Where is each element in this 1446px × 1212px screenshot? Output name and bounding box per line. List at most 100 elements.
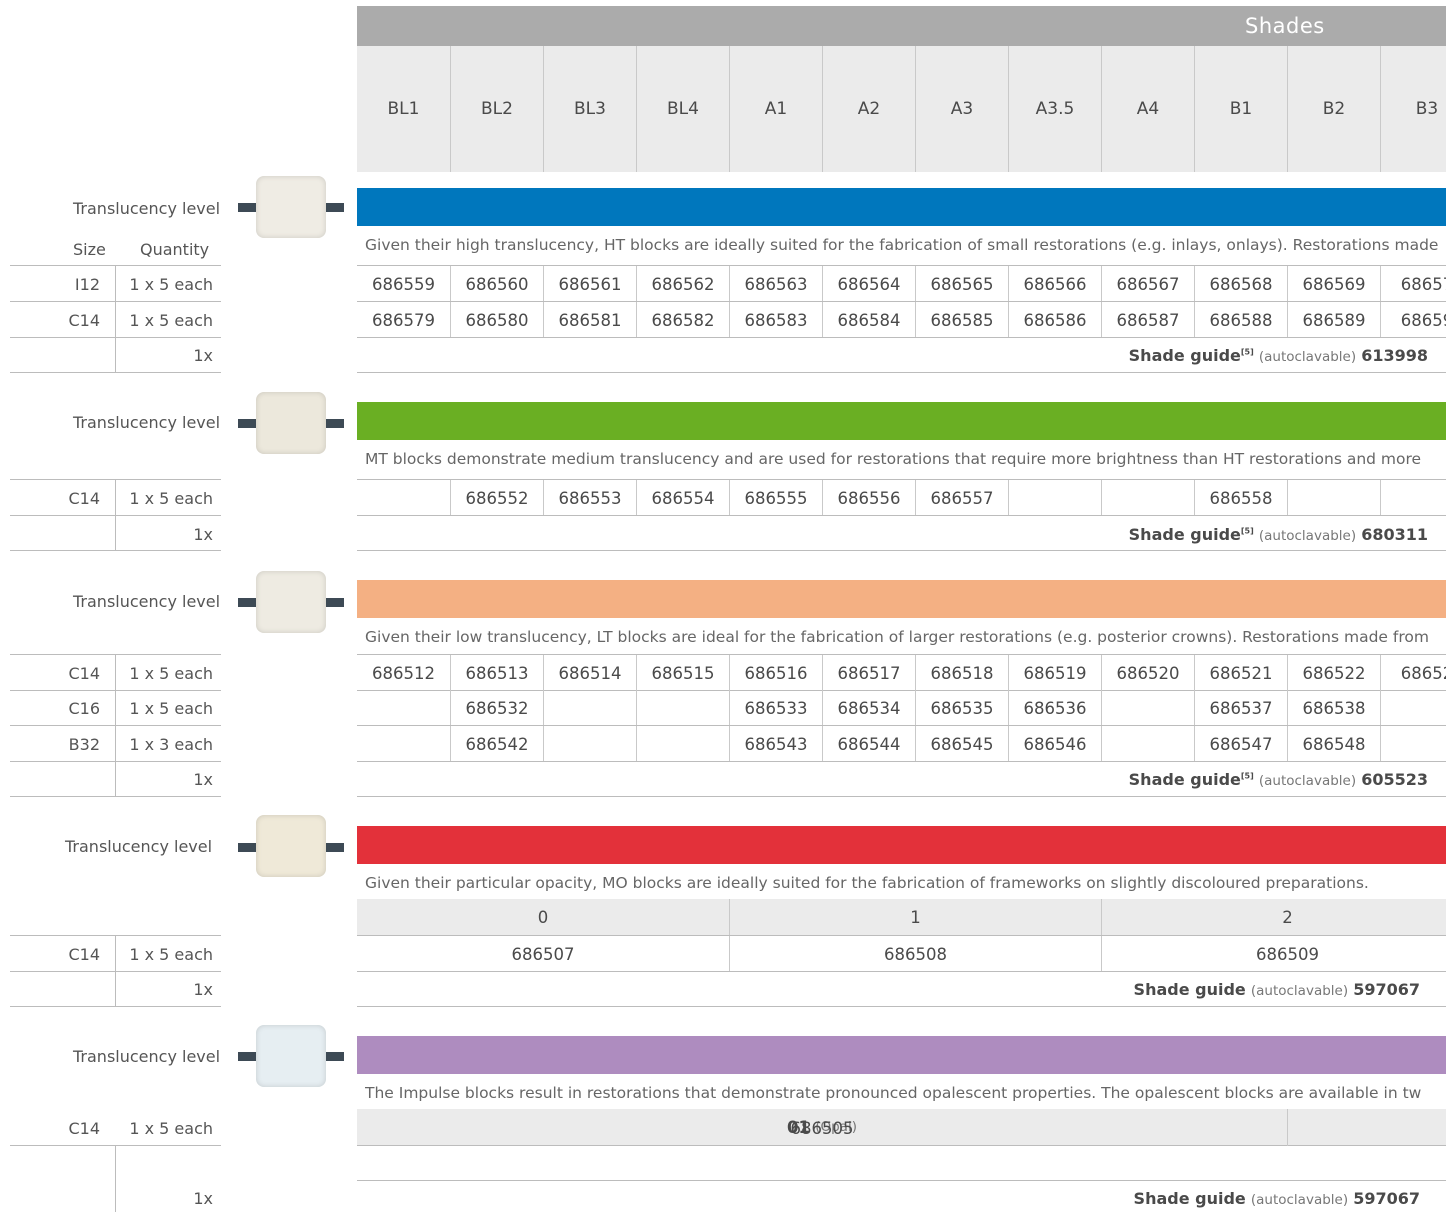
row-divider [357, 515, 1446, 516]
article-code-cell: 68652 [1380, 655, 1446, 691]
article-code-cell [357, 690, 450, 726]
impulse-block-left-dash [238, 1052, 256, 1061]
translucency-label: Translucency level [73, 199, 221, 218]
impulse-code-cell-empty [1287, 1110, 1446, 1146]
shade-header-b1: B1 [1194, 46, 1287, 172]
article-code-cell: 686559 [372, 274, 435, 294]
lt-shade-guide: Shade guide[5] (autoclavable) 605523 [1129, 770, 1428, 789]
article-code-cell: 686557 [915, 480, 1008, 516]
impulse-color-bar [357, 1036, 1446, 1074]
quantity-cell: 1 x 5 each [129, 699, 213, 718]
shade-header-bl2: BL2 [450, 46, 543, 172]
impulse-block-icon [256, 1025, 326, 1087]
article-code-cell: 686532 [450, 690, 543, 726]
article-code-cell: 68657 [1380, 266, 1446, 302]
article-code-cell: 686583 [729, 302, 822, 338]
shade-guide-code: 597067 [1353, 980, 1420, 999]
article-code-cell: 686584 [822, 302, 915, 338]
mo-code-cell: 686508 [729, 936, 1101, 972]
article-code-cell: 686567 [1101, 266, 1194, 302]
article-code-cell: 686562 [636, 266, 729, 302]
ht-shade-guide: Shade guide[5] (autoclavable) 613998 [1129, 346, 1428, 365]
article-code-cell: 686535 [915, 690, 1008, 726]
mo-block-right-dash [326, 843, 344, 852]
article-code-cell: 686561 [543, 266, 636, 302]
mo-shade-header: 0 [537, 907, 549, 927]
article-code-cell [1101, 690, 1194, 726]
impulse-code-cell: 686505 [790, 1118, 854, 1138]
article-code-cell: 686544 [822, 726, 915, 762]
left-divider [10, 372, 221, 373]
mo-code-cell: 686507 [511, 944, 575, 964]
article-code-cell: 686586 [1008, 302, 1101, 338]
left-divider [10, 337, 221, 338]
shade-header-a3: A3 [915, 46, 1008, 172]
article-code-cell: 686521 [1194, 655, 1287, 691]
article-code-cell: 686579 [372, 310, 435, 330]
article-code-cell [1101, 726, 1194, 762]
article-code-cell [543, 690, 636, 726]
article-code-cell: 686537 [1194, 690, 1287, 726]
left-vertical-divider [115, 1145, 116, 1212]
article-code-cell: 686565 [915, 266, 1008, 302]
article-code-cell [1380, 726, 1446, 762]
article-code-cell: 68659 [1380, 302, 1446, 338]
shade-guide-footnote: [5] [1240, 771, 1254, 781]
row-divider [357, 971, 1446, 972]
left-divider [10, 796, 221, 797]
impulse-shade-guide: Shade guide (autoclavable) 597067 [1134, 1189, 1420, 1208]
article-code-cell: 686513 [450, 655, 543, 691]
left-divider [10, 690, 221, 691]
article-code-cell: 686543 [729, 726, 822, 762]
article-code-cell: 686520 [1101, 655, 1194, 691]
shade-header-a1: A1 [729, 46, 822, 172]
ht-block-right-dash [326, 203, 344, 212]
article-code-cell: 686517 [822, 655, 915, 691]
shade-guide-note: (autoclavable) [1250, 983, 1349, 999]
shade-header-a2: A2 [822, 46, 915, 172]
article-code-cell: 686568 [1194, 266, 1287, 302]
article-code-cell: 686542 [450, 726, 543, 762]
article-code-cell [543, 726, 636, 762]
ht-description: Given their high translucency, HT blocks… [365, 236, 1439, 254]
shade-guide-label: Shade guide [1128, 770, 1241, 789]
quantity-cell: 1 x 5 each [129, 311, 213, 330]
article-code-cell: 686553 [543, 480, 636, 516]
mo-block-left-dash [238, 843, 256, 852]
article-code-cell: 686534 [822, 690, 915, 726]
left-divider [10, 725, 221, 726]
impulse-description: The Impulse blocks result in restoration… [365, 1084, 1422, 1102]
left-divider [10, 1006, 221, 1007]
shade-guide-label: Shade guide [1128, 525, 1241, 544]
article-code-cell: 686563 [729, 266, 822, 302]
impulse-block-right-dash [326, 1052, 344, 1061]
mo-shade-header: 1 [729, 899, 1101, 935]
article-code-cell [1380, 480, 1446, 516]
guide-quantity-cell: 1x [193, 1189, 213, 1208]
mo-block-icon [256, 815, 326, 877]
article-code-cell: 686536 [1008, 690, 1101, 726]
shade-guide-code: 597067 [1353, 1189, 1420, 1208]
shade-guide-note: (autoclavable) [1258, 528, 1357, 544]
shade-guide-code: 680311 [1361, 525, 1428, 544]
shade-guide-code: 605523 [1361, 770, 1428, 789]
shade-guide-label: Shade guide [1128, 346, 1241, 365]
shades-title: Shades [1245, 14, 1325, 38]
article-code-cell: 686589 [1287, 302, 1380, 338]
shade-guide-label: Shade guide [1133, 1189, 1246, 1208]
article-code-cell [357, 726, 450, 762]
ht-block-left-dash [238, 203, 256, 212]
shade-header-a4: A4 [1101, 46, 1194, 172]
article-code-cell: 686558 [1194, 480, 1287, 516]
row-divider [357, 550, 1446, 551]
row-divider [357, 1180, 1446, 1181]
left-divider [10, 550, 221, 551]
article-code-cell: 686514 [543, 655, 636, 691]
article-code-cell: 686546 [1008, 726, 1101, 762]
article-code-cell: 686518 [915, 655, 1008, 691]
article-code-cell: 686547 [1194, 726, 1287, 762]
article-code-cell: 686569 [1287, 266, 1380, 302]
row-divider [357, 796, 1446, 797]
article-code-cell: 686538 [1287, 690, 1380, 726]
article-code-cell: 686566 [1008, 266, 1101, 302]
